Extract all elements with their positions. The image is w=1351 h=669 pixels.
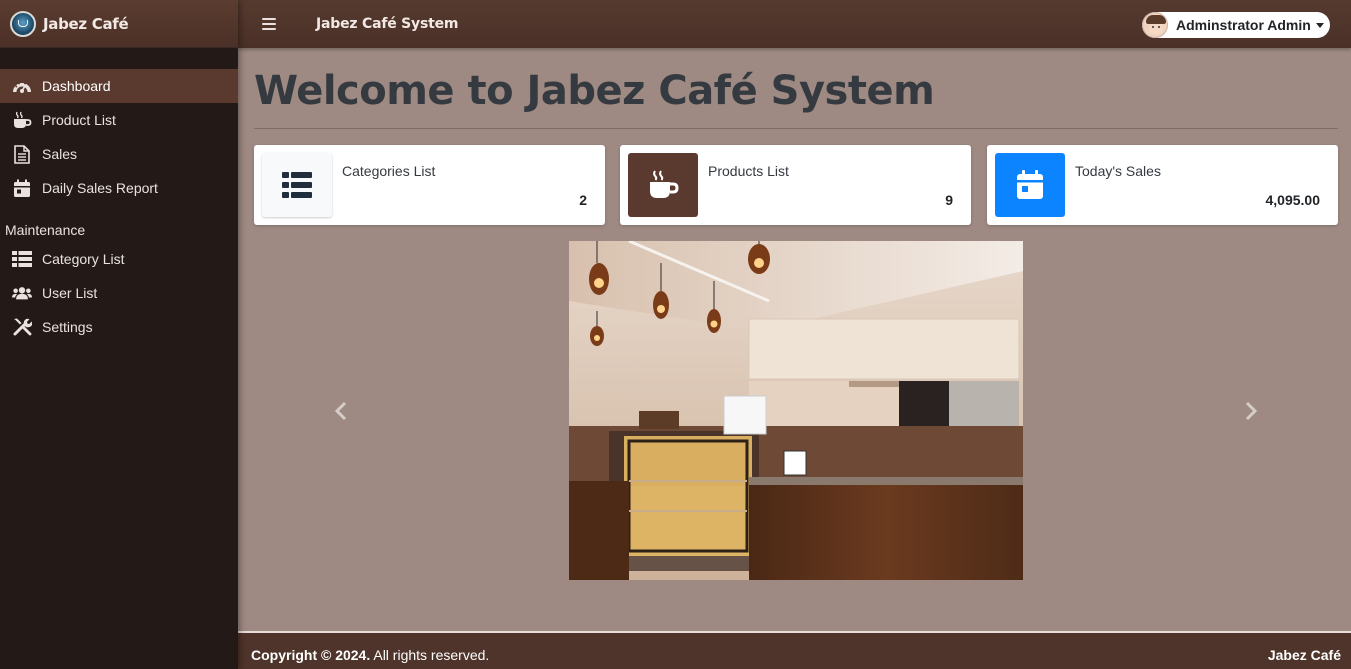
nav-section-header-maintenance: Maintenance: [5, 222, 86, 238]
sidebar-item-daily-sales-report[interactable]: Daily Sales Report: [0, 171, 238, 205]
hamburger-menu-icon[interactable]: [262, 18, 276, 30]
footer-brand: Jabez Café: [1267, 646, 1341, 663]
main-content: Welcome to Jabez Café System Categories …: [238, 48, 1351, 631]
sidebar-item-label: Daily Sales Report: [42, 180, 158, 196]
sidebar-nav: Dashboard Product List Sales Daily Sales…: [0, 48, 238, 344]
tools-icon: [12, 317, 32, 337]
info-box-todays-sales[interactable]: Today's Sales 4,095.00: [987, 145, 1338, 225]
carousel-next-icon[interactable]: [1240, 401, 1260, 421]
sidebar-item-dashboard[interactable]: Dashboard: [0, 69, 238, 103]
calendar-icon: [12, 178, 32, 198]
sidebar-item-product-list[interactable]: Product List: [0, 103, 238, 137]
info-box-products[interactable]: Products List 9: [620, 145, 971, 225]
top-navbar: Jabez Café System Adminstrator Admin: [238, 0, 1351, 48]
sidebar-item-category-list[interactable]: Category List: [0, 242, 238, 276]
sidebar-item-sales[interactable]: Sales: [0, 137, 238, 171]
info-box-value: 2: [579, 192, 587, 208]
users-icon: [12, 283, 32, 303]
footer: Copyright © 2024. All rights reserved. J…: [238, 631, 1351, 669]
user-menu-dropdown[interactable]: Adminstrator Admin: [1142, 12, 1330, 38]
info-box-label: Products List: [708, 163, 789, 179]
dashboard-gauge-icon: [12, 76, 32, 96]
calendar-icon: [995, 153, 1065, 217]
footer-copyright-bold: Copyright © 2024.: [251, 646, 371, 663]
sidebar-item-label: Sales: [42, 146, 78, 162]
brand-logo-icon: [10, 10, 36, 37]
page-title: Welcome to Jabez Café System: [254, 68, 935, 114]
sidebar-item-settings[interactable]: Settings: [0, 310, 238, 344]
avatar: [1142, 12, 1168, 38]
sidebar-item-label: Dashboard: [42, 78, 111, 94]
sidebar-item-label: User List: [42, 285, 98, 301]
coffee-cup-icon: [12, 110, 32, 130]
info-box-categories[interactable]: Categories List 2: [254, 145, 605, 225]
carousel-slide-cafe-photo: [569, 241, 1023, 580]
user-name: Adminstrator Admin: [1176, 17, 1311, 33]
sidebar-item-label: Product List: [42, 112, 116, 128]
table-list-icon: [12, 249, 32, 269]
system-title: Jabez Café System: [316, 16, 459, 32]
sidebar-item-user-list[interactable]: User List: [0, 276, 238, 310]
brand-name: Jabez Café: [43, 14, 129, 33]
sidebar-item-label: Settings: [42, 319, 93, 335]
footer-copyright: Copyright © 2024. All rights reserved.: [251, 647, 489, 663]
title-divider: [254, 128, 1338, 129]
info-box-label: Categories List: [342, 163, 436, 179]
image-carousel: [254, 241, 1338, 581]
list-icon: [262, 153, 332, 217]
sidebar: Jabez Café Dashboard Product List Sales …: [0, 0, 238, 669]
brand-link[interactable]: Jabez Café: [0, 0, 238, 48]
footer-copyright-rest: All rights reserved.: [370, 646, 490, 663]
info-box-label: Today's Sales: [1075, 163, 1161, 179]
sidebar-item-label: Category List: [42, 251, 125, 267]
info-box-value: 4,095.00: [1265, 192, 1321, 208]
info-box-value: 9: [945, 192, 953, 208]
carousel-prev-icon[interactable]: [332, 401, 352, 421]
coffee-cup-icon: [628, 153, 698, 217]
caret-down-icon: [1315, 22, 1324, 28]
document-icon: [12, 144, 32, 164]
